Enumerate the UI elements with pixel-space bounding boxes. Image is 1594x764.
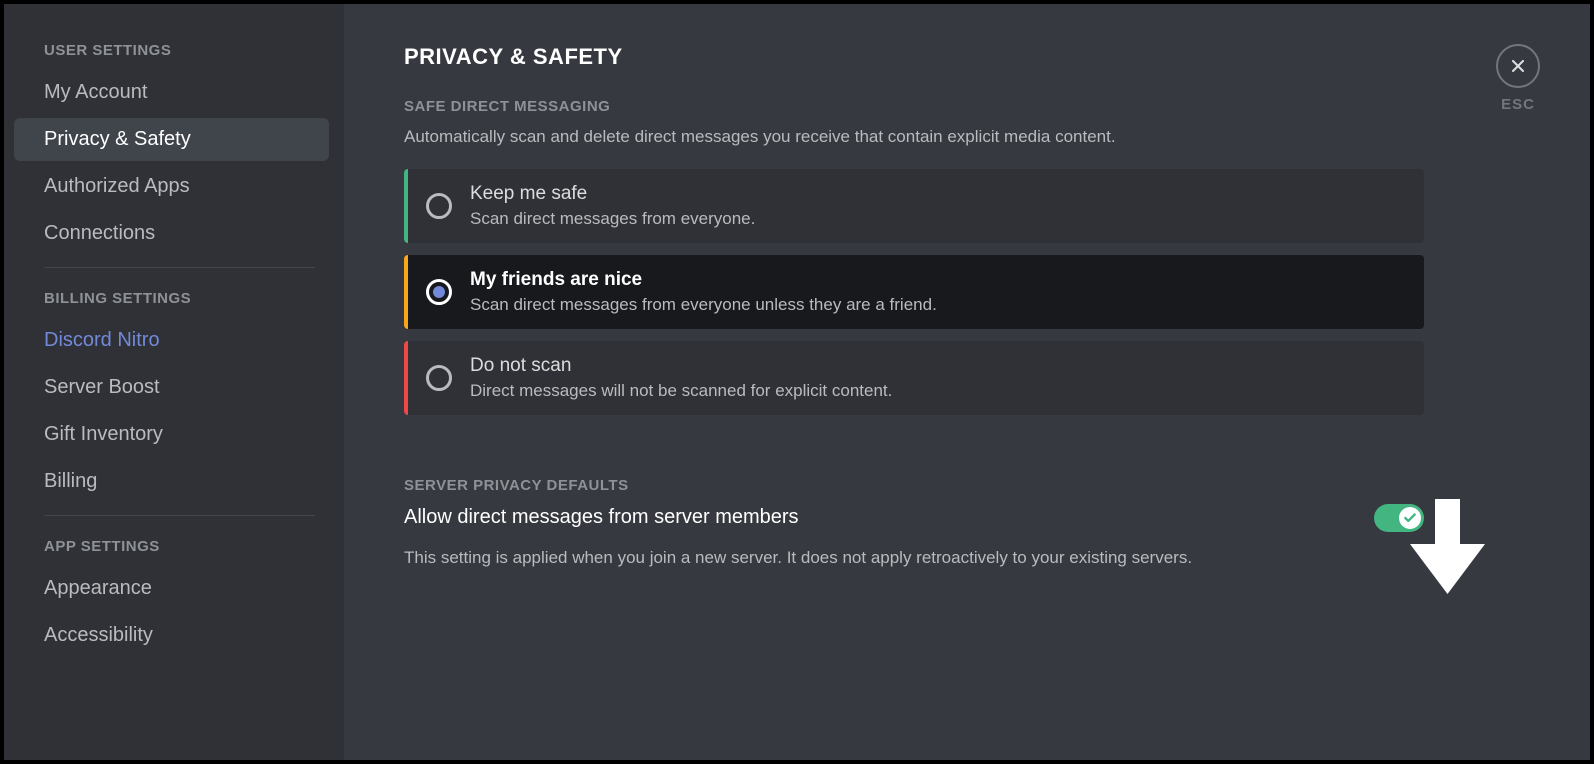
radio-description: Scan direct messages from everyone. [470, 209, 1406, 229]
sidebar-item-accessibility[interactable]: Accessibility [14, 614, 329, 657]
radio-content: Keep me safe Scan direct messages from e… [470, 183, 1406, 229]
sidebar-item-server-boost[interactable]: Server Boost [14, 366, 329, 409]
sidebar-item-my-account[interactable]: My Account [14, 71, 329, 114]
close-button[interactable]: ESC [1496, 44, 1540, 113]
settings-sidebar: User Settings My Account Privacy & Safet… [4, 4, 344, 760]
toggle-row-allow-dm: Allow direct messages from server member… [404, 504, 1424, 532]
radio-content: My friends are nice Scan direct messages… [470, 269, 1406, 315]
check-icon [1403, 511, 1417, 525]
toggle-label: Allow direct messages from server member… [404, 506, 799, 529]
sidebar-item-appearance[interactable]: Appearance [14, 567, 329, 610]
server-privacy-section-title: Server Privacy Defaults [404, 477, 1424, 494]
sidebar-header-billing-settings: Billing Settings [14, 282, 329, 319]
radio-icon [426, 193, 452, 219]
radio-content: Do not scan Direct messages will not be … [470, 355, 1406, 401]
sidebar-header-app-settings: App Settings [14, 530, 329, 567]
sidebar-item-privacy-safety[interactable]: Privacy & Safety [14, 118, 329, 161]
sidebar-divider [44, 515, 315, 516]
radio-title: Do not scan [470, 355, 1406, 377]
settings-main: ESC Privacy & Safety Safe Direct Messagi… [344, 4, 1590, 760]
sidebar-item-discord-nitro[interactable]: Discord Nitro [14, 319, 329, 362]
radio-option-do-not-scan[interactable]: Do not scan Direct messages will not be … [404, 341, 1424, 415]
toggle-knob [1399, 507, 1421, 529]
sidebar-item-gift-inventory[interactable]: Gift Inventory [14, 413, 329, 456]
radio-icon [426, 279, 452, 305]
settings-window: User Settings My Account Privacy & Safet… [0, 0, 1594, 764]
sidebar-item-billing[interactable]: Billing [14, 460, 329, 503]
radio-icon [426, 365, 452, 391]
close-icon [1496, 44, 1540, 88]
sidebar-item-authorized-apps[interactable]: Authorized Apps [14, 165, 329, 208]
toggle-allow-dm[interactable] [1374, 504, 1424, 532]
radio-title: My friends are nice [470, 269, 1406, 291]
page-title: Privacy & Safety [404, 44, 1424, 70]
sidebar-divider [44, 267, 315, 268]
radio-option-my-friends-are-nice[interactable]: My friends are nice Scan direct messages… [404, 255, 1424, 329]
sidebar-item-connections[interactable]: Connections [14, 212, 329, 255]
radio-description: Direct messages will not be scanned for … [470, 381, 1406, 401]
safe-dm-section-description: Automatically scan and delete direct mes… [404, 125, 1424, 149]
radio-title: Keep me safe [470, 183, 1406, 205]
close-label: ESC [1501, 96, 1535, 113]
radio-option-keep-me-safe[interactable]: Keep me safe Scan direct messages from e… [404, 169, 1424, 243]
safe-dm-section-title: Safe Direct Messaging [404, 98, 1424, 115]
sidebar-header-user-settings: User Settings [14, 34, 329, 71]
radio-description: Scan direct messages from everyone unles… [470, 295, 1406, 315]
toggle-description: This setting is applied when you join a … [404, 546, 1424, 570]
